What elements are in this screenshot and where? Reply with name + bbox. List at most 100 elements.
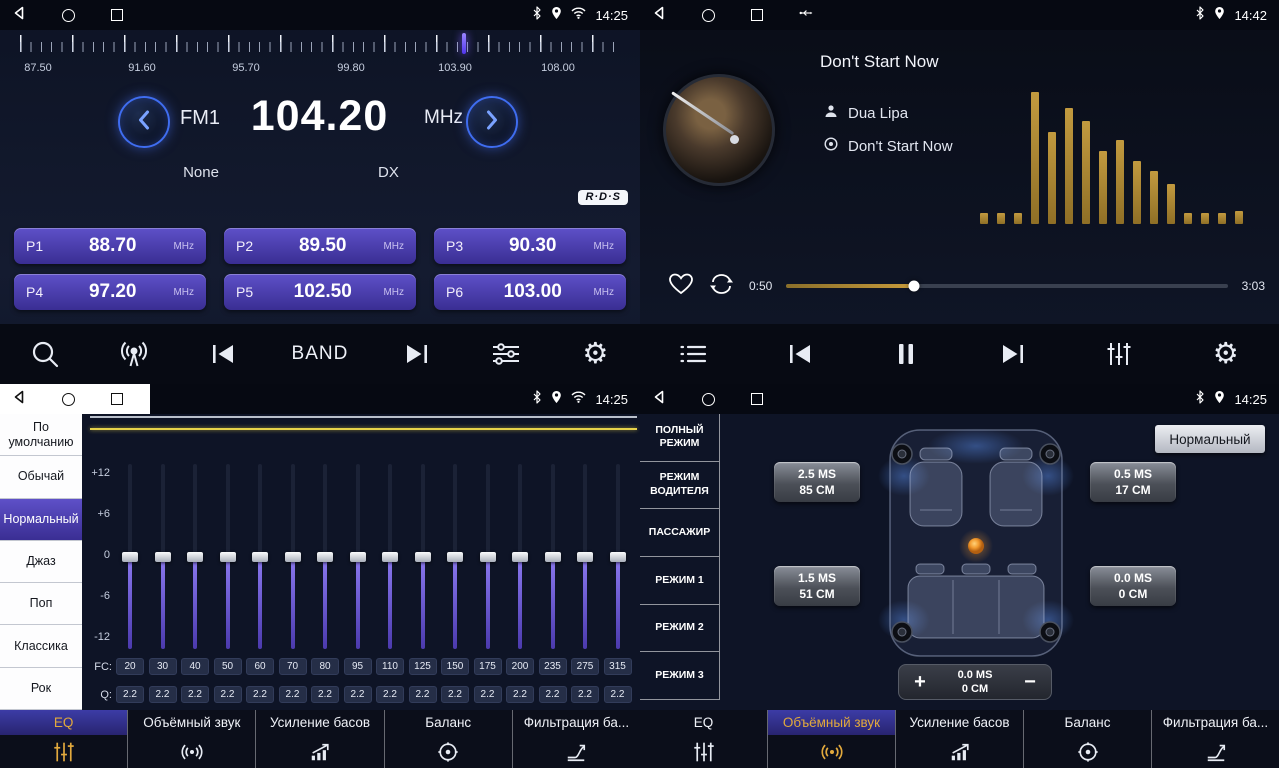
mode-custom-1[interactable]: РЕЖИМ 1	[640, 557, 719, 605]
recents-button[interactable]	[111, 9, 123, 21]
band-button[interactable]: BAND	[292, 343, 349, 365]
broadcast-scan-button[interactable]	[114, 340, 154, 368]
chevron-left-icon	[135, 109, 153, 136]
home-button[interactable]	[702, 9, 715, 22]
eq-band-slider[interactable]	[409, 464, 437, 649]
album-art	[663, 74, 775, 186]
preset-p5[interactable]: P5102.50MHz	[224, 274, 416, 310]
eq-band-slider[interactable]	[344, 464, 372, 649]
settings-gear-button[interactable]: ⚙	[1206, 340, 1246, 369]
visualizer-bar	[980, 213, 988, 224]
delay-cm: 0 CM	[1119, 586, 1148, 602]
tab-surround[interactable]: Объёмный звук	[128, 710, 256, 768]
equalizer-button[interactable]	[1099, 341, 1139, 367]
eq-preset-custom[interactable]: Обычай	[0, 456, 82, 498]
playlist-button[interactable]	[673, 343, 713, 365]
eq-preset-classical[interactable]: Классика	[0, 625, 82, 667]
next-track-button[interactable]	[993, 343, 1033, 365]
back-button[interactable]	[652, 6, 666, 25]
preset-p3[interactable]: P390.30MHz	[434, 228, 626, 264]
clock: 14:25	[1234, 392, 1267, 407]
scan-search-button[interactable]	[25, 339, 65, 369]
eq-band-slider[interactable]	[376, 464, 404, 649]
eq-band-slider[interactable]	[149, 464, 177, 649]
home-button[interactable]	[702, 393, 715, 406]
recents-button[interactable]	[751, 393, 763, 405]
favorite-heart-button[interactable]	[668, 272, 694, 301]
tab-filter[interactable]: Фильтрация ба...	[513, 710, 640, 768]
delay-decrease-button[interactable]: −	[1009, 671, 1051, 694]
visualizer-bar	[1014, 213, 1022, 224]
next-station-button[interactable]	[397, 343, 437, 365]
preset-p1[interactable]: P188.70MHz	[14, 228, 206, 264]
tab-surround[interactable]: Объёмный звук	[768, 710, 896, 768]
mode-custom-3[interactable]: РЕЖИМ 3	[640, 652, 719, 700]
pause-button[interactable]	[886, 342, 926, 366]
fc-value: 30	[149, 658, 177, 675]
back-button[interactable]	[652, 390, 666, 409]
eq-band-slider[interactable]	[279, 464, 307, 649]
previous-station-button[interactable]	[203, 343, 243, 365]
progress-thumb[interactable]	[909, 281, 920, 292]
previous-track-button[interactable]	[780, 343, 820, 365]
eq-preset-rock[interactable]: Рок	[0, 668, 82, 710]
q-value: 2.2	[116, 686, 144, 703]
eq-band-slider[interactable]	[474, 464, 502, 649]
back-button[interactable]	[12, 6, 26, 25]
preset-p2[interactable]: P289.50MHz	[224, 228, 416, 264]
eq-preset-pop[interactable]: Поп	[0, 583, 82, 625]
tab-balance[interactable]: Баланс	[1024, 710, 1152, 768]
home-button[interactable]	[62, 9, 75, 22]
tuner-indicator[interactable]	[462, 33, 466, 54]
recents-button[interactable]	[111, 393, 123, 405]
eq-band-slider[interactable]	[506, 464, 534, 649]
recents-button[interactable]	[751, 9, 763, 21]
frequency-ruler[interactable]: 87.50 91.60 95.70 99.80 103.90 108.00	[0, 32, 640, 82]
delay-increase-button[interactable]: +	[899, 671, 941, 694]
preset-p4[interactable]: P497.20MHz	[14, 274, 206, 310]
mode-full[interactable]: ПОЛНЫЙ РЕЖИМ	[640, 414, 719, 462]
home-button[interactable]	[62, 393, 75, 406]
eq-band-slider[interactable]	[441, 464, 469, 649]
tune-up-button[interactable]	[466, 96, 518, 148]
eq-band-slider[interactable]	[214, 464, 242, 649]
elapsed-time: 0:50	[749, 279, 772, 293]
mode-custom-2[interactable]: РЕЖИМ 2	[640, 605, 719, 653]
repeat-button[interactable]	[708, 273, 735, 300]
eq-preset-default[interactable]: По умолчанию	[0, 414, 82, 456]
equalizer-button[interactable]	[486, 342, 526, 366]
eq-preset-jazz[interactable]: Джаз	[0, 541, 82, 583]
tab-eq[interactable]: EQ	[640, 710, 768, 768]
eq-band-slider[interactable]	[539, 464, 567, 649]
preset-p6[interactable]: P6103.00MHz	[434, 274, 626, 310]
eq-response-curve-upper	[90, 416, 637, 418]
preset-grid: P188.70MHz P289.50MHz P390.30MHz P497.20…	[14, 228, 626, 310]
eq-band-slider[interactable]	[246, 464, 274, 649]
delay-rear-right-button[interactable]: 0.0 MS 0 CM	[1090, 566, 1176, 606]
tab-bass-boost[interactable]: Усиление басов	[896, 710, 1024, 768]
eq-preset-normal[interactable]: Нормальный	[0, 499, 82, 541]
seek-bar[interactable]	[786, 284, 1227, 288]
clock: 14:25	[595, 8, 628, 23]
visualizer-bar	[1082, 121, 1090, 224]
delay-rear-left-button[interactable]: 1.5 MS 51 CM	[774, 566, 860, 606]
visualizer-bar	[1184, 213, 1192, 224]
tab-eq[interactable]: EQ	[0, 710, 128, 768]
tab-filter[interactable]: Фильтрация ба...	[1152, 710, 1279, 768]
delay-front-right-button[interactable]: 0.5 MS 17 CM	[1090, 462, 1176, 502]
delay-front-left-button[interactable]: 2.5 MS 85 CM	[774, 462, 860, 502]
tune-down-button[interactable]	[118, 96, 170, 148]
eq-band-slider[interactable]	[604, 464, 632, 649]
tab-balance[interactable]: Баланс	[385, 710, 513, 768]
eq-band-slider[interactable]	[311, 464, 339, 649]
settings-gear-button[interactable]: ⚙	[575, 340, 615, 369]
tab-bass-boost[interactable]: Усиление басов	[256, 710, 384, 768]
mode-driver[interactable]: РЕЖИМ ВОДИТЕЛЯ	[640, 462, 719, 510]
eq-band-slider[interactable]	[571, 464, 599, 649]
stage-preset-button[interactable]: Нормальный	[1155, 425, 1265, 453]
eq-band-slider[interactable]	[181, 464, 209, 649]
scale-label: 87.50	[24, 62, 52, 74]
mode-passenger[interactable]: ПАССАЖИР	[640, 509, 719, 557]
eq-band-slider[interactable]	[116, 464, 144, 649]
back-button[interactable]	[12, 390, 26, 409]
